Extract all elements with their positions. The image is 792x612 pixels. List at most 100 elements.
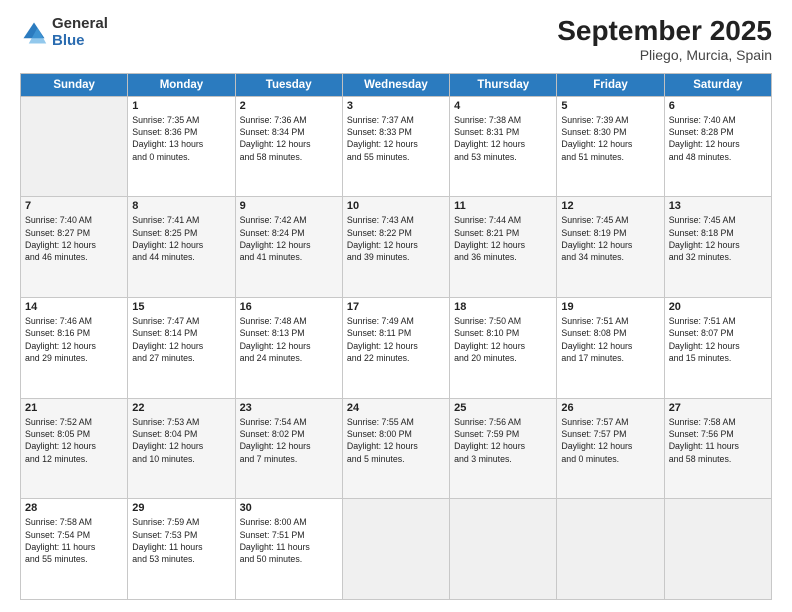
calendar-cell: 17Sunrise: 7:49 AMSunset: 8:11 PMDayligh…: [342, 298, 449, 399]
day-number: 24: [347, 402, 445, 414]
day-number: 15: [132, 301, 230, 313]
cell-info-line: and 55 minutes.: [25, 553, 123, 565]
calendar-cell: 27Sunrise: 7:58 AMSunset: 7:56 PMDayligh…: [664, 398, 771, 499]
calendar-cell: 19Sunrise: 7:51 AMSunset: 8:08 PMDayligh…: [557, 298, 664, 399]
day-number: 18: [454, 301, 552, 313]
col-sunday: Sunday: [21, 73, 128, 96]
cell-info-line: Sunrise: 8:00 AM: [240, 516, 338, 528]
cell-info-line: Sunset: 8:02 PM: [240, 428, 338, 440]
day-number: 12: [561, 200, 659, 212]
calendar-cell: 24 Sunrise: 7:55 AMSunset: 8:00 PMDayligh…: [342, 398, 449, 499]
cell-info-line: Sunset: 8:19 PM: [561, 227, 659, 239]
cell-info-line: and 0 minutes.: [561, 453, 659, 465]
calendar-cell: 25Sunrise: 7:56 AMSunset: 7:59 PMDayligh…: [450, 398, 557, 499]
calendar-cell: 4Sunrise: 7:38 AMSunset: 8:31 PMDaylight…: [450, 96, 557, 197]
calendar-cell: [664, 499, 771, 600]
logo-general: General: [52, 16, 108, 33]
cell-info-line: Sunset: 7:53 PM: [132, 529, 230, 541]
calendar-cell: 1Sunrise: 7:35 AMSunset: 8:36 PMDaylight…: [128, 96, 235, 197]
cell-info-line: Daylight: 12 hours: [561, 239, 659, 251]
cell-info-line: and 48 minutes.: [669, 151, 767, 163]
calendar-cell: [557, 499, 664, 600]
cell-info-line: and 0 minutes.: [132, 151, 230, 163]
cell-info-line: Daylight: 13 hours: [132, 138, 230, 150]
cell-info-line: Daylight: 12 hours: [240, 440, 338, 452]
calendar-table: Sunday Monday Tuesday Wednesday Thursday…: [20, 73, 772, 600]
cell-info-line: Daylight: 12 hours: [240, 138, 338, 150]
header-row: Sunday Monday Tuesday Wednesday Thursday…: [21, 73, 772, 96]
location-subtitle: Pliego, Murcia, Spain: [557, 47, 772, 63]
cell-info-line: Sunrise: 7:52 AM: [25, 416, 123, 428]
cell-info-line: Daylight: 12 hours: [454, 340, 552, 352]
cell-info-line: and 5 minutes.: [347, 453, 445, 465]
cell-info-line: Sunrise: 7:51 AM: [561, 315, 659, 327]
cell-info-line: Sunset: 8:30 PM: [561, 126, 659, 138]
day-number: 2: [240, 100, 338, 112]
cell-info-line: Daylight: 12 hours: [454, 138, 552, 150]
cell-info-line: and 7 minutes.: [240, 453, 338, 465]
cell-info-line: Sunset: 8:28 PM: [669, 126, 767, 138]
cell-info-line: Daylight: 12 hours: [347, 440, 445, 452]
col-monday: Monday: [128, 73, 235, 96]
cell-info-line: Sunset: 7:54 PM: [25, 529, 123, 541]
day-number: 4: [454, 100, 552, 112]
cell-info-line: Daylight: 12 hours: [561, 138, 659, 150]
cell-info-line: Sunset: 8:25 PM: [132, 227, 230, 239]
cell-info-line: Sunrise: 7:51 AM: [669, 315, 767, 327]
cell-info-line: and 41 minutes.: [240, 251, 338, 263]
cell-info-line: and 44 minutes.: [132, 251, 230, 263]
cell-info-line: and 27 minutes.: [132, 352, 230, 364]
col-thursday: Thursday: [450, 73, 557, 96]
cell-info-line: and 39 minutes.: [347, 251, 445, 263]
cell-info-line: Daylight: 12 hours: [347, 138, 445, 150]
cell-info-line: Daylight: 11 hours: [240, 541, 338, 553]
cell-info-line: Daylight: 12 hours: [561, 440, 659, 452]
cell-info-line: Sunrise: 7:36 AM: [240, 114, 338, 126]
calendar-cell: 9Sunrise: 7:42 AMSunset: 8:24 PMDaylight…: [235, 197, 342, 298]
cell-info-line: Sunrise: 7:54 AM: [240, 416, 338, 428]
calendar-cell: 8Sunrise: 7:41 AMSunset: 8:25 PMDaylight…: [128, 197, 235, 298]
month-title: September 2025: [557, 16, 772, 47]
cell-info-line: Daylight: 12 hours: [25, 239, 123, 251]
calendar-row: 7Sunrise: 7:40 AMSunset: 8:27 PMDaylight…: [21, 197, 772, 298]
cell-info-line: Sunrise: 7:44 AM: [454, 214, 552, 226]
cell-info-line: Sunset: 7:56 PM: [669, 428, 767, 440]
cell-info-line: Sunrise: 7:50 AM: [454, 315, 552, 327]
cell-info-line: Daylight: 12 hours: [132, 340, 230, 352]
cell-info-line: and 24 minutes.: [240, 352, 338, 364]
calendar-row: 1Sunrise: 7:35 AMSunset: 8:36 PMDaylight…: [21, 96, 772, 197]
cell-info-line: Sunrise: 7:38 AM: [454, 114, 552, 126]
cell-info-line: and 3 minutes.: [454, 453, 552, 465]
cell-info-line: and 34 minutes.: [561, 251, 659, 263]
calendar-cell: [21, 96, 128, 197]
cell-info-line: and 10 minutes.: [132, 453, 230, 465]
cell-info-line: Daylight: 12 hours: [669, 239, 767, 251]
cell-info-line: Sunset: 7:51 PM: [240, 529, 338, 541]
calendar-cell: 26Sunrise: 7:57 AMSunset: 7:57 PMDayligh…: [557, 398, 664, 499]
cell-info-line: Sunrise: 7:47 AM: [132, 315, 230, 327]
cell-info-line: and 46 minutes.: [25, 251, 123, 263]
cell-info-line: Sunset: 8:00 PM: [347, 428, 445, 440]
cell-info-line: and 17 minutes.: [561, 352, 659, 364]
cell-info-line: and 32 minutes.: [669, 251, 767, 263]
cell-info-line: Sunset: 8:07 PM: [669, 327, 767, 339]
day-number: 22: [132, 402, 230, 414]
day-number: 21: [25, 402, 123, 414]
cell-info-line: Daylight: 12 hours: [132, 440, 230, 452]
cell-info-line: Sunrise: 7:55 AM: [347, 416, 445, 428]
calendar-row: 28Sunrise: 7:58 AMSunset: 7:54 PMDayligh…: [21, 499, 772, 600]
day-number: 19: [561, 301, 659, 313]
cell-info-line: Sunrise: 7:53 AM: [132, 416, 230, 428]
cell-info-line: Sunset: 8:22 PM: [347, 227, 445, 239]
day-number: 13: [669, 200, 767, 212]
day-number: 26: [561, 402, 659, 414]
cell-info-line: Sunrise: 7:57 AM: [561, 416, 659, 428]
cell-info-line: and 29 minutes.: [25, 352, 123, 364]
day-number: 14: [25, 301, 123, 313]
calendar-cell: 28Sunrise: 7:58 AMSunset: 7:54 PMDayligh…: [21, 499, 128, 600]
day-number: 8: [132, 200, 230, 212]
cell-info-line: Sunrise: 7:40 AM: [669, 114, 767, 126]
calendar-body: 1Sunrise: 7:35 AMSunset: 8:36 PMDaylight…: [21, 96, 772, 599]
cell-info-line: Sunrise: 7:40 AM: [25, 214, 123, 226]
cell-info-line: Daylight: 12 hours: [25, 340, 123, 352]
